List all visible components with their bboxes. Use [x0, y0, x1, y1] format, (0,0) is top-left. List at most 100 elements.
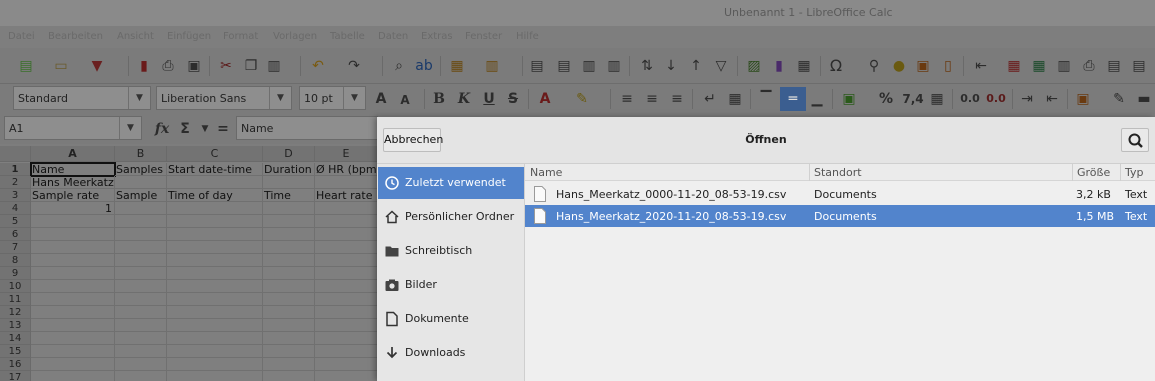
menu-styles[interactable]: Vorlagen	[273, 31, 317, 42]
row-header[interactable]: 12	[0, 306, 31, 319]
place-desktop[interactable]: Schreibtisch	[378, 235, 524, 267]
cell-c15[interactable]	[167, 345, 263, 358]
row-header[interactable]: 7	[0, 241, 31, 254]
column-header[interactable]: A	[31, 146, 115, 162]
cell-a11[interactable]	[31, 293, 115, 306]
menu-insert[interactable]: Einfügen	[167, 31, 211, 42]
cell-b1[interactable]: Samples	[115, 163, 167, 176]
cell-b8[interactable]	[115, 254, 167, 267]
cell-e1[interactable]: Ø HR (bpm	[315, 163, 378, 176]
sort-ascending-icon[interactable]: ↓	[662, 57, 680, 75]
cell-a17[interactable]	[31, 371, 115, 381]
row-header[interactable]: 3	[0, 189, 31, 202]
column-header[interactable]: E	[315, 146, 378, 162]
cell-b2[interactable]	[115, 176, 167, 189]
comment-icon[interactable]: ●	[890, 57, 908, 75]
function-wizard-icon[interactable]: fx	[152, 120, 172, 138]
column-header[interactable]: B	[115, 146, 167, 162]
column-type-header[interactable]: Typ	[1125, 166, 1144, 179]
cell-a5[interactable]	[31, 215, 115, 228]
cell-c10[interactable]	[167, 280, 263, 293]
split-window-icon[interactable]: ▦	[1005, 57, 1023, 75]
chevron-down-icon[interactable]: ▼	[343, 87, 365, 109]
cell-b12[interactable]	[115, 306, 167, 319]
print-preview-2-icon[interactable]: ⎙	[1080, 57, 1098, 75]
cell-d14[interactable]	[263, 332, 315, 345]
define-print-area-icon[interactable]: ▯	[939, 57, 957, 75]
cell-c11[interactable]	[167, 293, 263, 306]
track-changes-icon[interactable]: ▥	[1055, 57, 1073, 75]
align-bottom-icon[interactable]: ▁	[808, 90, 826, 108]
cell-e5[interactable]	[315, 215, 378, 228]
cell-e15[interactable]	[315, 345, 378, 358]
cell-c9[interactable]	[167, 267, 263, 280]
cell-b14[interactable]	[115, 332, 167, 345]
cell-d7[interactable]	[263, 241, 315, 254]
cell-a13[interactable]	[31, 319, 115, 332]
sum-icon[interactable]: Σ	[176, 120, 194, 138]
cell-b13[interactable]	[115, 319, 167, 332]
spelling-icon[interactable]: ab	[415, 57, 433, 75]
bold-icon[interactable]: B	[430, 90, 448, 108]
formula-icon[interactable]: =	[214, 120, 232, 138]
cell-a9[interactable]	[31, 267, 115, 280]
menu-window[interactable]: Fenster	[465, 31, 502, 42]
cell-a8[interactable]	[31, 254, 115, 267]
file-row[interactable]: Hans_Meerkatz_0000-11-20_08-53-19.csv Do…	[525, 183, 1155, 205]
menu-format[interactable]: Format	[223, 31, 258, 42]
row-header[interactable]: 13	[0, 319, 31, 332]
cell-c4[interactable]	[167, 202, 263, 215]
cell-d4[interactable]	[263, 202, 315, 215]
cell-a7[interactable]	[31, 241, 115, 254]
menu-data[interactable]: Daten	[378, 31, 408, 42]
cell-d13[interactable]	[263, 319, 315, 332]
menu-help[interactable]: Hilfe	[516, 31, 539, 42]
increase-font-icon[interactable]: A	[372, 90, 390, 108]
cell-a15[interactable]	[31, 345, 115, 358]
row-icon[interactable]: ▦	[448, 57, 466, 75]
name-box[interactable]: A1 ▼	[4, 116, 142, 140]
pivot-table-icon[interactable]: ▦	[795, 57, 813, 75]
date-format-icon[interactable]: ▦	[928, 90, 946, 108]
cell-d8[interactable]	[263, 254, 315, 267]
cell-d15[interactable]	[263, 345, 315, 358]
border-style-icon[interactable]: ✎	[1110, 90, 1128, 108]
cell-d6[interactable]	[263, 228, 315, 241]
save-icon[interactable]: ▼	[88, 57, 106, 75]
chevron-down-icon[interactable]: ▼	[269, 87, 291, 109]
navigator-icon[interactable]: ▤	[1105, 57, 1123, 75]
cell-b5[interactable]	[115, 215, 167, 228]
row-header[interactable]: 2	[0, 176, 31, 189]
column-header[interactable]: D	[263, 146, 315, 162]
align-right-icon[interactable]: ≡	[668, 90, 686, 108]
cell-b15[interactable]	[115, 345, 167, 358]
insert-image-icon[interactable]: ▨	[745, 57, 763, 75]
underline-icon[interactable]: U	[480, 90, 498, 108]
delete-row-icon[interactable]: ▤	[555, 57, 573, 75]
cancel-button[interactable]: Abbrechen	[383, 128, 443, 152]
sidebar-icon[interactable]: ▤	[1130, 57, 1148, 75]
cell-b10[interactable]	[115, 280, 167, 293]
print-icon[interactable]: ⎙	[159, 57, 177, 75]
cell-b17[interactable]	[115, 371, 167, 381]
cell-c1[interactable]: Start date-time	[167, 163, 263, 176]
chevron-down-icon[interactable]: ▼	[128, 87, 150, 109]
cell-b9[interactable]	[115, 267, 167, 280]
row-header[interactable]: 11	[0, 293, 31, 306]
insert-chart-icon[interactable]: ▮	[770, 57, 788, 75]
cut-icon[interactable]: ✂	[217, 57, 235, 75]
cell-a12[interactable]	[31, 306, 115, 319]
formula-input[interactable]: Name	[236, 116, 378, 140]
row-header[interactable]: 5	[0, 215, 31, 228]
cell-d11[interactable]	[263, 293, 315, 306]
cell-c14[interactable]	[167, 332, 263, 345]
font-name-combo[interactable]: Liberation Sans ▼	[156, 86, 292, 110]
cell-e2[interactable]	[315, 176, 378, 189]
menu-tools[interactable]: Extras	[421, 31, 453, 42]
cell-c3[interactable]: Time of day	[167, 189, 263, 202]
cell-e14[interactable]	[315, 332, 378, 345]
add-decimal-icon[interactable]: 0.0	[958, 90, 982, 108]
delete-column-icon[interactable]: ▥	[605, 57, 623, 75]
menu-view[interactable]: Ansicht	[117, 31, 154, 42]
undo-icon[interactable]: ↶	[309, 57, 327, 75]
